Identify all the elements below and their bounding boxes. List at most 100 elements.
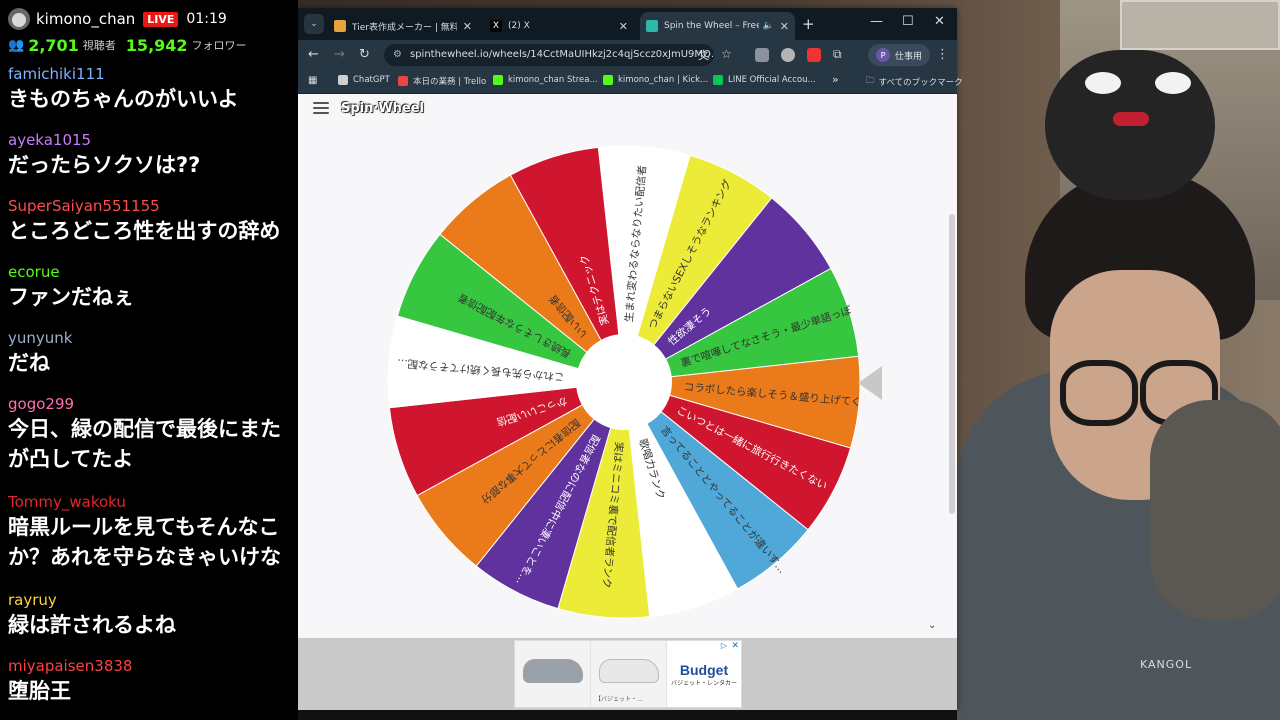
hamburger-menu-icon[interactable] [313, 102, 329, 114]
chat-message: ecorue ファンだねぇ [0, 260, 298, 326]
url-field[interactable]: ⚙ spinthewheel.io/wheels/14CctMaUIHkzj2c… [384, 44, 714, 66]
chat-username[interactable]: famichiki111 [8, 62, 290, 84]
chat-text: ところどころ性を出すの辞め [8, 219, 281, 243]
close-tab-icon[interactable]: ✕ [457, 20, 472, 33]
budget-logo-block[interactable]: Budget バジェット・レンタカー [667, 641, 741, 707]
ad-car-image[interactable]: 【バジェット・… [591, 641, 667, 707]
bookmark-favicon-icon [713, 75, 723, 85]
penguin-eye-right [1155, 72, 1191, 94]
chat-username[interactable]: ecorue [8, 260, 290, 282]
new-tab-icon[interactable]: + [802, 15, 815, 33]
bookmark-star-icon[interactable]: ☆ [721, 47, 732, 61]
microphone [1150, 400, 1280, 620]
chat-username[interactable]: Tommy_wakoku [8, 490, 290, 512]
spin-wheel[interactable]: 生まれ変わるならなりたい配信者つまらないSEXしそうなランキング性欲凄そう裏で喧… [386, 144, 862, 620]
profile-label: 仕事用 [895, 51, 923, 62]
bookmark-favicon-icon [398, 76, 408, 86]
more-bookmarks-button[interactable]: » [832, 73, 839, 86]
extension-icon[interactable] [755, 48, 769, 62]
close-tab-icon[interactable]: ✕ [613, 20, 628, 33]
extensions-puzzle-icon[interactable]: ⧉ [833, 47, 842, 62]
tab-x[interactable]: X (2) X ✕ [484, 12, 634, 40]
spin-wheel-page: Spin·Wheel 生まれ変わるならなりたい配信者 つまらないSEXしそうなラン… [298, 94, 957, 638]
bookmark-label: kimono_chan | Kick... [618, 75, 709, 85]
reload-icon[interactable]: ↻ [359, 47, 370, 62]
menu-kebab-icon[interactable]: ⋮ [936, 47, 949, 62]
tab-search-button[interactable]: ⌄ [304, 14, 324, 34]
ad-car-image[interactable] [515, 641, 591, 707]
budget-subtitle: バジェット・レンタカー [670, 679, 737, 687]
maximize-icon[interactable]: ☐ [902, 14, 914, 29]
channel-avatar [8, 8, 30, 30]
chat-username[interactable]: gogo299 [8, 392, 290, 414]
apps-grid-icon[interactable]: ▦ [308, 75, 317, 86]
bookmark-item[interactable]: ChatGPT [338, 75, 390, 85]
chat-text: 堕胎王 [8, 679, 71, 703]
bookmark-favicon-icon [338, 75, 348, 85]
bookmark-label: 本日の業務 | Trello [413, 77, 487, 87]
bookmark-favicon-icon [603, 75, 613, 85]
minimize-icon[interactable]: — [870, 14, 883, 29]
address-bar-row: ← → ↻ ⚙ spinthewheel.io/wheels/14CctMaUI… [298, 40, 957, 70]
bookmark-item[interactable]: LINE Official Accou... [713, 75, 816, 85]
kangol-logo: KANGOL [1140, 658, 1193, 671]
budget-ad-banner[interactable]: 【バジェット・… Budget バジェット・レンタカー ▷ ✕ [514, 640, 742, 708]
tab-title: Spin the Wheel – Free W [664, 21, 759, 31]
extension-icon[interactable] [807, 48, 821, 62]
audio-icon[interactable]: 🔈 [763, 21, 774, 31]
chat-message: Tommy_wakoku 暗黒ルールを見てもそんなこ か？あれを守らなきゃいけな [0, 490, 298, 588]
chat-message: gogo299 今日、緑の配信で最後にまた が凸してたよ [0, 392, 298, 490]
bookmark-label: LINE Official Accou... [728, 75, 816, 85]
chat-text: が凸してたよ [8, 447, 134, 471]
chat-text: 緑は許されるよね [8, 613, 176, 637]
tab-spin-the-wheel[interactable]: Spin the Wheel – Free W 🔈 ✕ [640, 12, 795, 40]
tier-favicon [334, 20, 346, 32]
profile-button[interactable]: P 仕事用 [868, 44, 931, 66]
chat-username[interactable]: ayeka1015 [8, 128, 290, 150]
ad-close-icon[interactable]: ✕ [731, 641, 739, 651]
wheel-favicon [646, 20, 658, 32]
bookmark-label: kimono_chan Strea... [508, 75, 598, 85]
chat-username[interactable]: yunyunk [8, 326, 290, 348]
close-tab-icon[interactable]: ✕ [774, 20, 789, 33]
extension-icon[interactable] [781, 48, 795, 62]
penguin-beak [1113, 112, 1149, 126]
bookmark-item[interactable]: kimono_chan | Kick... [603, 75, 708, 85]
site-info-icon[interactable]: ⚙ [393, 44, 402, 66]
bookmark-item[interactable]: 本日の業務 | Trello [398, 75, 486, 87]
back-icon[interactable]: ← [308, 47, 319, 62]
scroll-down-chevron-icon[interactable]: ⌄ [928, 620, 936, 631]
folder-icon: 🗀 [866, 76, 875, 86]
translate-icon[interactable]: 文 [698, 47, 709, 63]
chat-username[interactable]: rayruy [8, 588, 290, 610]
page-scrollbar[interactable] [949, 214, 955, 514]
chat-message: miyapaisen3838 堕胎王 [0, 654, 298, 720]
white-van [599, 659, 659, 683]
spin-wheel-logo[interactable]: Spin·Wheel [341, 101, 424, 116]
glasses-left-lens [1060, 360, 1138, 426]
bookmark-item[interactable]: kimono_chan Strea... [493, 75, 598, 85]
forward-icon[interactable]: → [334, 47, 345, 62]
chat-message-list: famichiki111 きものちゃんのがいいよ ayeka1015 だったらソクソは… [0, 62, 298, 720]
follower-count: 15,942 [125, 35, 188, 55]
stream-time: 01:19 [186, 11, 227, 27]
chat-text: 今日、緑の配信で最後にまた [8, 417, 281, 441]
bottom-overlay-strip [298, 710, 957, 720]
close-window-icon[interactable]: ✕ [934, 14, 945, 29]
all-bookmarks-label: すべてのブックマーク [878, 78, 963, 88]
ad-info-icon[interactable]: ▷ [721, 641, 727, 650]
all-bookmarks-button[interactable]: 🗀 すべてのブックマーク [866, 75, 963, 89]
ad-area: 【バジェット・… Budget バジェット・レンタカー ▷ ✕ [298, 638, 957, 710]
chat-text: か？あれを守らなきゃいけな [8, 545, 281, 569]
tab-title: Tier表作成メーカー | 無料でティ [352, 22, 457, 33]
channel-name: kimono_chan [36, 10, 136, 28]
chat-text: だね [8, 351, 50, 375]
chat-username[interactable]: SuperSaiyan551155 [8, 194, 290, 216]
wheel-center-hub[interactable] [576, 334, 672, 430]
penguin-hat [1045, 50, 1215, 200]
chat-message: rayruy 緑は許されるよね [0, 588, 298, 654]
tab-tier-maker[interactable]: Tier表作成メーカー | 無料でティ ✕ [328, 12, 478, 40]
chat-username[interactable]: miyapaisen3838 [8, 654, 290, 676]
browser-window: ⌄ Tier表作成メーカー | 無料でティ ✕ X (2) X ✕ Spin t… [298, 8, 963, 710]
chat-text: きものちゃんのがいいよ [8, 87, 239, 111]
